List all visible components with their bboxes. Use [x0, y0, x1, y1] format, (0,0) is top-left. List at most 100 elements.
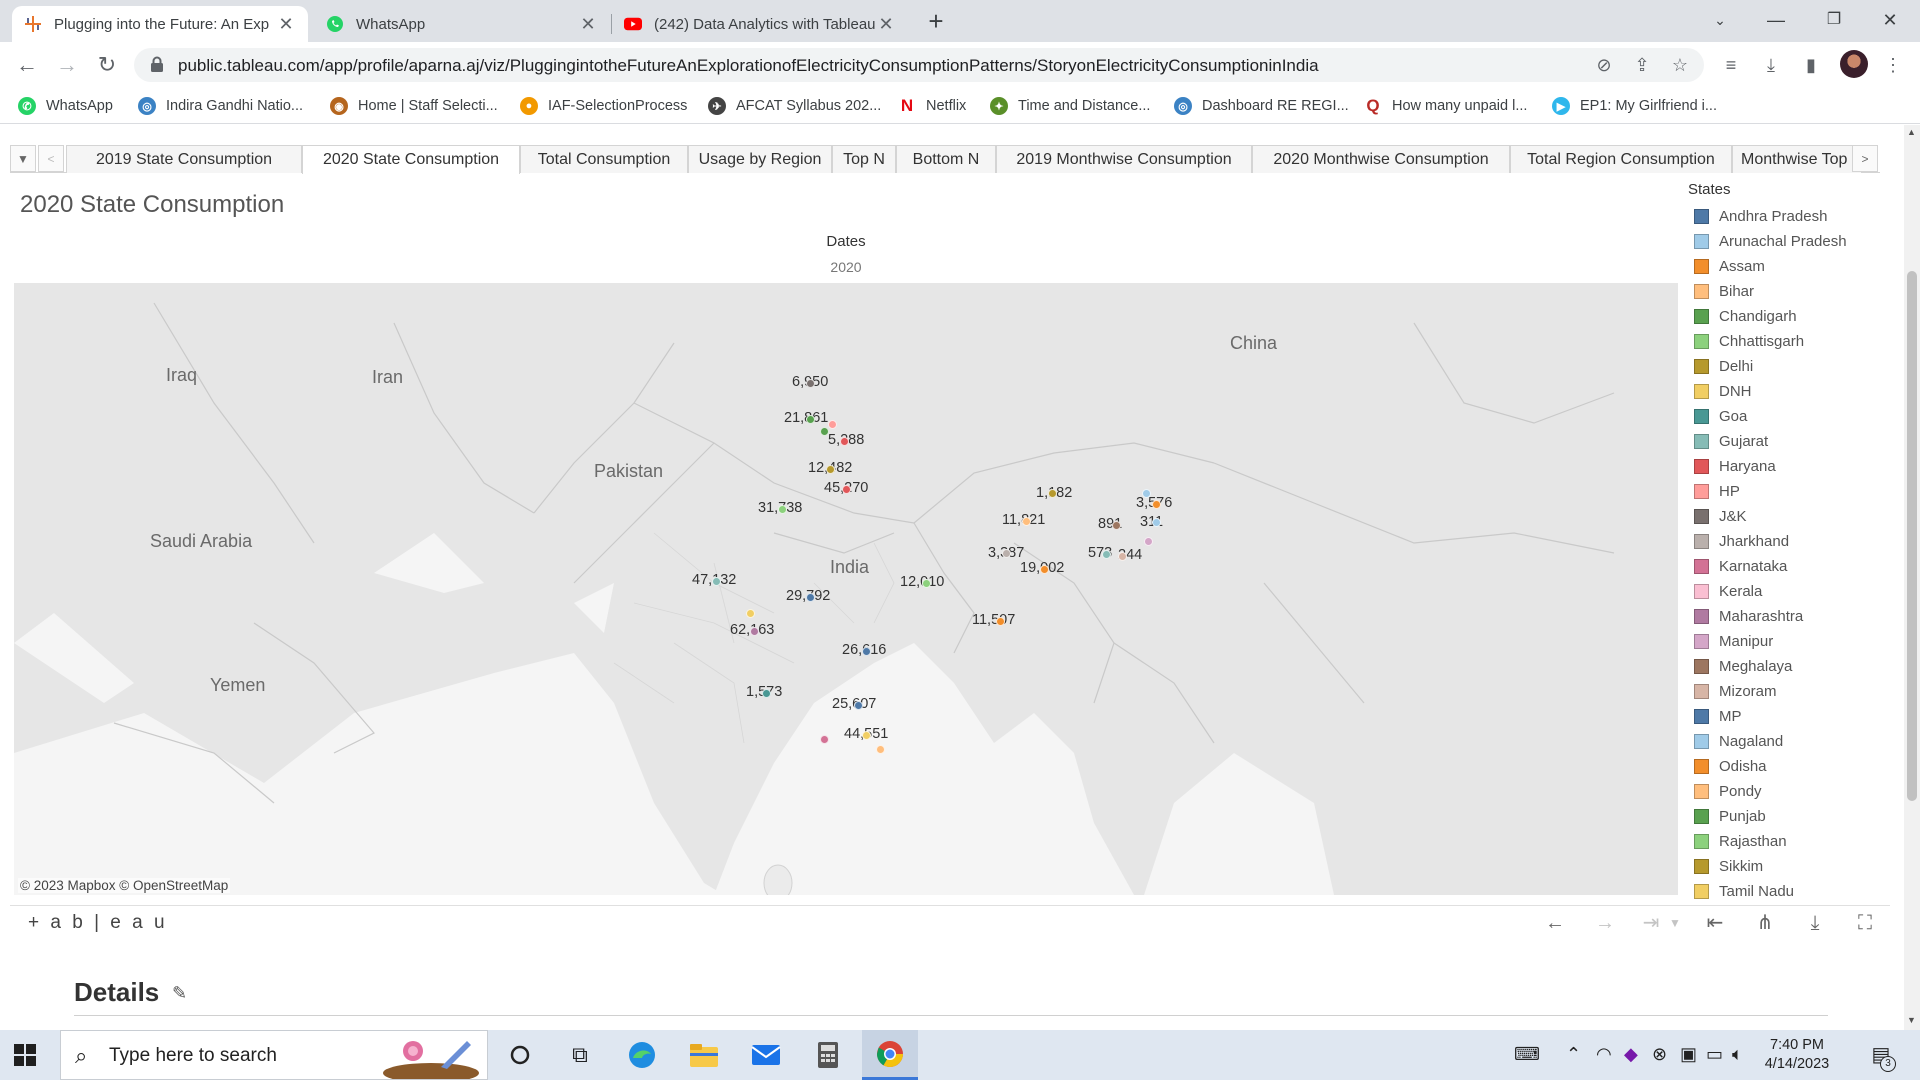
state-marker[interactable] — [876, 745, 885, 754]
map-attribution[interactable]: © 2023 Mapbox © OpenStreetMap — [18, 878, 231, 893]
close-window-button[interactable]: ✕ — [1862, 0, 1918, 42]
legend-item[interactable]: Meghalaya — [1688, 654, 1888, 679]
state-marker[interactable] — [806, 593, 815, 602]
url-text[interactable]: public.tableau.com/app/profile/aparna.aj… — [178, 56, 1319, 76]
network-off-icon[interactable]: ⊗ — [1652, 1044, 1667, 1065]
task-view-icon[interactable]: ⧉ — [552, 1030, 608, 1080]
bookmark-item[interactable]: Q How many unpaid l... — [1364, 96, 1527, 116]
legend-item[interactable]: Tamil Nadu — [1688, 879, 1888, 904]
story-tab[interactable]: 2019 Monthwise Consumption — [996, 145, 1252, 173]
state-marker[interactable] — [1002, 549, 1011, 558]
legend-item[interactable]: Arunachal Pradesh — [1688, 229, 1888, 254]
state-marker[interactable] — [1152, 518, 1161, 527]
file-explorer-icon[interactable] — [676, 1030, 732, 1080]
bookmark-item[interactable]: ● IAF-SelectionProcess — [520, 96, 687, 116]
bookmark-item[interactable]: ✈ AFCAT Syllabus 202... — [708, 96, 881, 116]
legend-item[interactable]: Haryana — [1688, 454, 1888, 479]
legend-item[interactable]: DNH — [1688, 379, 1888, 404]
state-marker[interactable] — [820, 735, 829, 744]
browser-tab-youtube[interactable]: (242) Data Analytics with Tableau ✕ — [612, 6, 908, 42]
state-marker[interactable] — [1118, 552, 1127, 561]
legend-item[interactable]: Odisha — [1688, 754, 1888, 779]
legend-item[interactable]: Delhi — [1688, 354, 1888, 379]
state-marker[interactable] — [826, 465, 835, 474]
restore-button[interactable]: ❐ — [1806, 0, 1862, 42]
story-dropdown-button[interactable]: ▼ — [10, 145, 36, 172]
legend-item[interactable]: HP — [1688, 479, 1888, 504]
story-tab[interactable]: Usage by Region — [688, 145, 832, 173]
legend-item[interactable]: Goa — [1688, 404, 1888, 429]
address-bar[interactable]: public.tableau.com/app/profile/aparna.aj… — [134, 48, 1704, 82]
state-marker[interactable] — [842, 485, 851, 494]
story-next-button[interactable]: > — [1852, 145, 1878, 172]
state-marker[interactable] — [862, 647, 871, 656]
scroll-down-icon[interactable]: ▼ — [1907, 1015, 1916, 1025]
tab-search-chevron-icon[interactable]: ⌄ — [1692, 0, 1748, 42]
bookmark-item[interactable]: ▶ EP1: My Girlfriend i... — [1552, 96, 1717, 116]
state-marker[interactable] — [1144, 537, 1153, 546]
legend-item[interactable]: Gujarat — [1688, 429, 1888, 454]
state-marker[interactable] — [806, 415, 815, 424]
state-marker[interactable] — [840, 437, 849, 446]
legend-item[interactable]: Nagaland — [1688, 729, 1888, 754]
story-prev-button[interactable]: < — [38, 145, 64, 172]
state-marker[interactable] — [778, 505, 787, 514]
state-marker[interactable] — [712, 577, 721, 586]
state-marker[interactable] — [1048, 489, 1057, 498]
legend-item[interactable]: Punjab — [1688, 804, 1888, 829]
legend-item[interactable]: Assam — [1688, 254, 1888, 279]
legend-item[interactable]: Maharashtra — [1688, 604, 1888, 629]
pencil-icon[interactable]: ✎ — [172, 983, 187, 1004]
legend-item[interactable]: Bihar — [1688, 279, 1888, 304]
volume-icon[interactable]: 🔈︎ — [1732, 1044, 1743, 1065]
reading-list-icon[interactable]: ≡ — [1718, 52, 1744, 78]
bookmark-item[interactable]: ◉ Home | Staff Selecti... — [330, 96, 498, 116]
state-marker[interactable] — [806, 379, 815, 388]
state-marker[interactable] — [762, 689, 771, 698]
bookmark-item[interactable]: ◎ Indira Gandhi Natio... — [138, 96, 303, 116]
bookmark-star-icon[interactable]: ☆ — [1668, 54, 1692, 78]
state-marker[interactable] — [1112, 521, 1121, 530]
legend-item[interactable]: J&K — [1688, 504, 1888, 529]
scrollbar-thumb[interactable] — [1907, 271, 1917, 801]
story-tab-active[interactable]: 2020 State Consumption — [302, 145, 520, 174]
side-panel-icon[interactable]: ▮ — [1798, 52, 1824, 78]
state-marker[interactable] — [862, 731, 871, 740]
tableau-logo[interactable]: + a b | e a u — [28, 912, 168, 934]
new-tab-button[interactable]: + — [922, 8, 950, 36]
bookmark-item[interactable]: ✦ Time and Distance... — [990, 96, 1150, 116]
state-marker[interactable] — [996, 617, 1005, 626]
cortana-icon[interactable] — [492, 1030, 548, 1080]
state-marker[interactable] — [828, 420, 837, 429]
story-tab[interactable]: 2020 Monthwise Consumption — [1252, 145, 1510, 173]
legend-item[interactable]: MP — [1688, 704, 1888, 729]
legend-item[interactable]: Sikkim — [1688, 854, 1888, 879]
menu-kebab-icon[interactable]: ⋮ — [1880, 52, 1906, 78]
chrome-icon[interactable] — [862, 1030, 918, 1080]
keyboard-icon[interactable]: ⌨ — [1514, 1044, 1540, 1065]
share-icon[interactable]: ⇪ — [1630, 54, 1654, 78]
fullscreen-icon[interactable]: ⛶ — [1850, 910, 1880, 936]
reset-icon[interactable]: ⇤ — [1700, 910, 1730, 936]
legend-item[interactable]: Andhra Pradesh — [1688, 204, 1888, 229]
story-tab[interactable]: Total Region Consumption — [1510, 145, 1732, 173]
state-marker[interactable] — [854, 701, 863, 710]
legend-item[interactable]: Chandigarh — [1688, 304, 1888, 329]
legend-item[interactable]: Jharkhand — [1688, 529, 1888, 554]
battery-icon[interactable]: ▭ — [1706, 1044, 1723, 1065]
legend-item[interactable]: Manipur — [1688, 629, 1888, 654]
meet-icon[interactable]: ▣ — [1680, 1044, 1697, 1065]
wifi-icon[interactable]: ◠ — [1596, 1044, 1612, 1065]
system-clock[interactable]: 7:40 PM 4/14/2023 — [1752, 1036, 1842, 1074]
legend-item[interactable]: Kerala — [1688, 579, 1888, 604]
legend-item[interactable]: Karnataka — [1688, 554, 1888, 579]
state-marker[interactable] — [1152, 500, 1161, 509]
download-icon[interactable]: ⤓ — [1800, 910, 1830, 936]
bookmark-item[interactable]: ✆ WhatsApp — [18, 96, 113, 116]
bookmark-item[interactable]: ◎ Dashboard RE REGI... — [1174, 96, 1349, 116]
browser-tab-whatsapp[interactable]: WhatsApp ✕ — [314, 6, 610, 42]
legend-item[interactable]: Rajasthan — [1688, 829, 1888, 854]
state-marker[interactable] — [922, 579, 931, 588]
edge-icon[interactable] — [614, 1030, 670, 1080]
legend-item[interactable]: Mizoram — [1688, 679, 1888, 704]
